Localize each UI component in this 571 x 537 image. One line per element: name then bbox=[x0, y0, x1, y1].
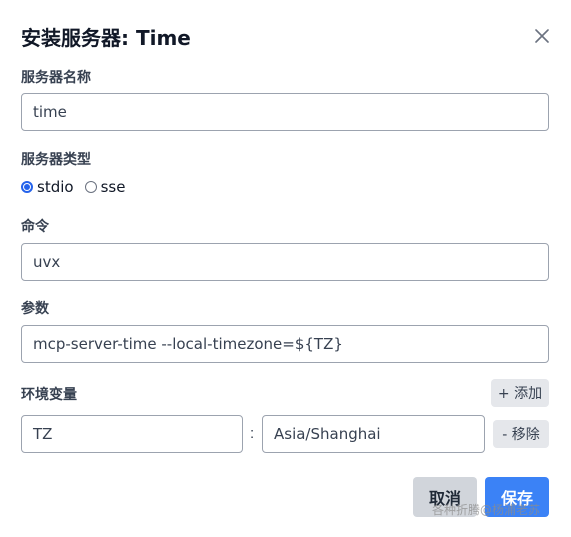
server-type-radio-group: stdio sse bbox=[21, 178, 136, 196]
dialog-title: 安装服务器: Time bbox=[21, 26, 191, 50]
command-input[interactable]: uvx bbox=[21, 243, 549, 281]
server-type-label: 服务器类型 bbox=[21, 152, 91, 168]
watermark: 各种折腾@杨浦老苏 bbox=[432, 503, 541, 517]
command-value: uvx bbox=[33, 253, 61, 271]
radio-sse-label: sse bbox=[100, 178, 126, 196]
add-env-button[interactable]: + 添加 bbox=[491, 379, 549, 407]
args-label: 参数 bbox=[21, 301, 49, 317]
command-label: 命令 bbox=[21, 219, 49, 235]
radio-stdio-label: stdio bbox=[37, 178, 74, 196]
server-name-input[interactable]: time bbox=[21, 93, 549, 131]
close-icon bbox=[535, 29, 549, 43]
install-server-dialog: 安装服务器: Time 服务器名称 time 服务器类型 stdio sse 命… bbox=[0, 0, 571, 537]
env-value-value: Asia/Shanghai bbox=[274, 425, 381, 443]
radio-option-stdio[interactable]: stdio bbox=[21, 178, 74, 196]
radio-stdio[interactable] bbox=[21, 181, 33, 193]
server-name-value: time bbox=[33, 103, 67, 121]
args-input[interactable]: mcp-server-time --local-timezone=${TZ} bbox=[21, 325, 549, 363]
env-label: 环境变量 bbox=[21, 387, 77, 403]
radio-sse[interactable] bbox=[84, 181, 97, 193]
server-name-label: 服务器名称 bbox=[21, 70, 91, 86]
close-button[interactable] bbox=[532, 26, 552, 46]
env-separator: : bbox=[250, 425, 255, 442]
args-value: mcp-server-time --local-timezone=${TZ} bbox=[33, 335, 343, 353]
env-key-input[interactable]: TZ bbox=[21, 415, 243, 453]
env-value-input[interactable]: Asia/Shanghai bbox=[262, 415, 485, 453]
env-key-value: TZ bbox=[33, 425, 53, 443]
remove-env-button[interactable]: - 移除 bbox=[493, 420, 549, 448]
radio-option-sse[interactable]: sse bbox=[84, 178, 126, 196]
